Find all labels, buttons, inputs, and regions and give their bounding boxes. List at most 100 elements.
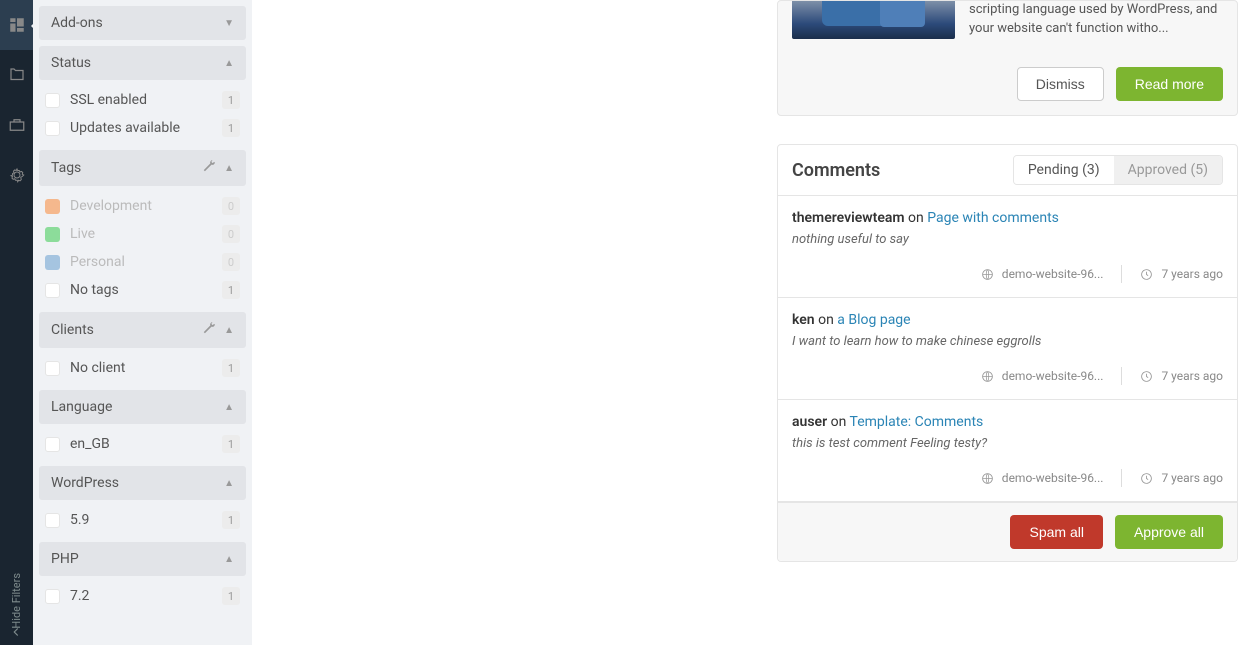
dismiss-button[interactable]: Dismiss xyxy=(1017,67,1104,101)
filter-count: 1 xyxy=(222,587,240,605)
comment-site: demo-website-96... xyxy=(1002,267,1104,281)
checkbox[interactable] xyxy=(45,589,60,604)
filter-body-status: SSL enabled 1 Updates available 1 xyxy=(39,80,246,144)
wrench-icon[interactable] xyxy=(202,321,216,339)
hide-filters-toggle[interactable]: Hide Filters xyxy=(0,535,33,645)
checkbox[interactable] xyxy=(45,121,60,136)
nav-sites[interactable] xyxy=(0,50,33,100)
approve-all-button[interactable]: Approve all xyxy=(1115,515,1223,549)
filter-count: 1 xyxy=(222,91,240,109)
filter-row[interactable]: No client 1 xyxy=(43,354,242,382)
comments-header: Comments Pending (3) Approved (5) xyxy=(778,145,1237,196)
gear-icon xyxy=(8,166,26,184)
hide-filters-label: Hide Filters xyxy=(10,551,23,629)
clock-icon xyxy=(1140,370,1153,383)
filter-count: 1 xyxy=(222,435,240,453)
checkbox[interactable] xyxy=(45,361,60,376)
notice-card: scripting language used by WordPress, an… xyxy=(777,0,1238,116)
meta-separator xyxy=(1121,469,1122,487)
meta-separator xyxy=(1121,265,1122,283)
comment-item: themereviewteam on Page with comments no… xyxy=(778,196,1237,298)
filter-header-language[interactable]: Language ▲ xyxy=(39,390,246,424)
checkbox[interactable] xyxy=(45,437,60,452)
filter-label: SSL enabled xyxy=(70,92,222,108)
filter-label: en_GB xyxy=(70,436,222,452)
filter-group-clients: Clients ▲ No client 1 xyxy=(39,312,246,384)
filter-sidebar: Add-ons ▼ Status ▲ SSL enabled 1 Updates… xyxy=(33,0,252,645)
spam-all-button[interactable]: Spam all xyxy=(1010,515,1102,549)
filter-header-wordpress[interactable]: WordPress ▲ xyxy=(39,466,246,500)
filter-label: No tags xyxy=(70,282,222,298)
wrench-icon[interactable] xyxy=(202,159,216,177)
comment-body: I want to learn how to make chinese eggr… xyxy=(792,334,1223,349)
filter-count: 1 xyxy=(222,119,240,137)
filter-header-addons[interactable]: Add-ons ▼ xyxy=(39,6,246,40)
comment-post-link[interactable]: Page with comments xyxy=(927,210,1059,226)
chevron-up-icon: ▲ xyxy=(224,478,234,489)
filter-title: PHP xyxy=(51,551,224,567)
comments-footer: Spam all Approve all xyxy=(778,502,1237,561)
filter-header-status[interactable]: Status ▲ xyxy=(39,46,246,80)
filter-label: 5.9 xyxy=(70,512,222,528)
comment-meta: demo-website-96... 7 years ago xyxy=(792,265,1223,283)
comment-meta: demo-website-96... 7 years ago xyxy=(792,469,1223,487)
filter-row[interactable]: Updates available 1 xyxy=(43,114,242,142)
comment-post-link[interactable]: Template: Comments xyxy=(850,414,984,430)
chevron-up-icon: ▲ xyxy=(224,402,234,413)
filter-label: Development xyxy=(70,198,222,214)
tag-color-swatch xyxy=(45,227,60,242)
comment-site: demo-website-96... xyxy=(1002,471,1104,485)
comments-card: Comments Pending (3) Approved (5) themer… xyxy=(777,144,1238,562)
filter-body-clients: No client 1 xyxy=(39,348,246,384)
filter-row[interactable]: Development 0 xyxy=(43,192,242,220)
chevron-up-icon: ▲ xyxy=(224,325,234,336)
comments-title: Comments xyxy=(792,160,1013,181)
comment-body: nothing useful to say xyxy=(792,232,1223,247)
nav-settings[interactable] xyxy=(0,150,33,200)
filter-group-addons: Add-ons ▼ xyxy=(39,6,246,40)
filter-row[interactable]: SSL enabled 1 xyxy=(43,86,242,114)
filter-group-tags: Tags ▲ Development 0 Live 0 Personal 0 N… xyxy=(39,150,246,306)
clock-icon xyxy=(1140,268,1153,281)
right-panel: scripting language used by WordPress, an… xyxy=(777,0,1238,562)
filter-row[interactable]: 7.2 1 xyxy=(43,582,242,610)
checkbox[interactable] xyxy=(45,93,60,108)
comment-author: themereviewteam xyxy=(792,210,905,226)
tag-color-swatch xyxy=(45,255,60,270)
comment-heading: ken on a Blog page xyxy=(792,312,1223,328)
globe-icon xyxy=(981,268,994,281)
globe-icon xyxy=(981,472,994,485)
checkbox[interactable] xyxy=(45,513,60,528)
nav-dashboard[interactable] xyxy=(0,0,33,50)
filter-header-php[interactable]: PHP ▲ xyxy=(39,542,246,576)
comment-time: 7 years ago xyxy=(1161,369,1223,383)
filter-row[interactable]: Personal 0 xyxy=(43,248,242,276)
tab-pending[interactable]: Pending (3) xyxy=(1014,156,1114,184)
filter-header-clients[interactable]: Clients ▲ xyxy=(39,312,246,348)
filter-count: 0 xyxy=(222,253,240,271)
tab-approved[interactable]: Approved (5) xyxy=(1114,156,1222,184)
filter-title: Language xyxy=(51,399,224,415)
filter-count: 1 xyxy=(222,281,240,299)
filter-row[interactable]: en_GB 1 xyxy=(43,430,242,458)
comment-heading: themereviewteam on Page with comments xyxy=(792,210,1223,226)
filter-body-php: 7.2 1 xyxy=(39,576,246,612)
filter-row[interactable]: Live 0 xyxy=(43,220,242,248)
filter-title: Status xyxy=(51,55,224,71)
notice-text: scripting language used by WordPress, an… xyxy=(969,1,1223,39)
filter-row[interactable]: No tags 1 xyxy=(43,276,242,304)
filter-group-language: Language ▲ en_GB 1 xyxy=(39,390,246,460)
filter-header-tags[interactable]: Tags ▲ xyxy=(39,150,246,186)
comment-post-link[interactable]: a Blog page xyxy=(837,312,910,328)
read-more-button[interactable]: Read more xyxy=(1116,67,1223,101)
comment-author: auser xyxy=(792,414,827,430)
globe-icon xyxy=(981,370,994,383)
toolbox-icon xyxy=(8,116,26,134)
nav-vertical-bar: Hide Filters xyxy=(0,0,33,645)
filter-row[interactable]: 5.9 1 xyxy=(43,506,242,534)
filter-label: Live xyxy=(70,226,222,242)
comment-item: auser on Template: Comments this is test… xyxy=(778,400,1237,502)
comment-on-text: on xyxy=(818,312,837,328)
tag-color-swatch xyxy=(45,199,60,214)
nav-tools[interactable] xyxy=(0,100,33,150)
